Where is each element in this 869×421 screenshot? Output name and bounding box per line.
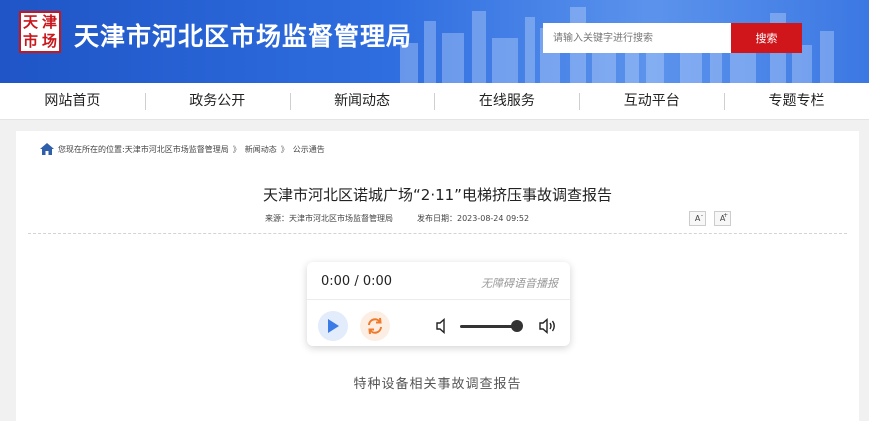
- font-decrease-button[interactable]: A-: [689, 211, 707, 226]
- home-icon[interactable]: [40, 143, 54, 155]
- breadcrumb-separator: 》: [280, 144, 289, 154]
- breadcrumb-item[interactable]: 新闻动态: [245, 144, 277, 155]
- play-icon: [328, 319, 339, 333]
- nav-item-government-affairs[interactable]: 政务公开: [144, 83, 290, 119]
- article-source: 来源：天津市河北区市场监督管理局: [265, 214, 393, 223]
- accessibility-audio-label: 无障碍语音播报: [481, 277, 558, 290]
- breadcrumb-item[interactable]: 天津市河北区市场监督管理局: [125, 144, 229, 155]
- logo-char: 场: [41, 32, 57, 50]
- breadcrumb-prefix: 您现在所在的位置:: [58, 144, 125, 154]
- article-title: 天津市河北区诺城广场“2·11”电梯挤压事故调查报告: [263, 186, 612, 204]
- search-button[interactable]: 搜索: [731, 23, 802, 53]
- site-header: 天 津 市 场 天津市河北区市场监督管理局 搜索: [0, 0, 869, 83]
- volume-slider[interactable]: [460, 325, 517, 328]
- font-decrease-label: A: [694, 214, 701, 223]
- font-increase-button[interactable]: A +: [714, 211, 732, 226]
- logo-char: 津: [41, 13, 57, 31]
- breadcrumb-item[interactable]: 公示通告: [293, 144, 325, 155]
- font-increase-sign: +: [723, 212, 729, 219]
- play-button[interactable]: [318, 311, 348, 341]
- player-header: 0:00 / 0:00 无障碍语音播报: [307, 262, 570, 300]
- loop-button[interactable]: [360, 311, 390, 341]
- article-card: 您现在所在的位置: 天津市河北区市场监督管理局 》 新闻动态 》 公示通告 天津…: [16, 131, 859, 421]
- font-decrease-sign: -: [700, 212, 704, 219]
- site-logo[interactable]: 天 津 市 场: [19, 11, 61, 53]
- divider: [28, 233, 847, 234]
- nav-item-online-services[interactable]: 在线服务: [434, 83, 579, 119]
- volume-down-icon[interactable]: [436, 318, 448, 334]
- nav-item-interaction[interactable]: 互动平台: [579, 83, 724, 119]
- breadcrumb-separator: 》: [232, 144, 241, 154]
- logo-char: 市: [22, 32, 38, 50]
- article-body-first-line: 特种设备相关事故调查报告: [353, 377, 522, 392]
- volume-up-icon[interactable]: [539, 317, 557, 335]
- search-box: 搜索: [543, 23, 802, 53]
- refresh-icon: [368, 317, 382, 335]
- nav-item-special-topics[interactable]: 专题专栏: [724, 83, 869, 119]
- volume-slider-handle[interactable]: [511, 320, 523, 332]
- article-date: 发布日期：2023-08-24 09:52: [417, 214, 530, 223]
- article-meta: 来源：天津市河北区市场监督管理局 发布日期：2023-08-24 09:52 A…: [265, 211, 732, 226]
- playback-time: 0:00 / 0:00: [321, 274, 393, 289]
- search-input[interactable]: [543, 23, 731, 53]
- logo-char: 天: [22, 13, 38, 31]
- site-title[interactable]: 天津市河北区市场监督管理局: [74, 17, 412, 53]
- audio-player: 0:00 / 0:00 无障碍语音播报: [307, 262, 570, 346]
- breadcrumb: 您现在所在的位置: 天津市河北区市场监督管理局 》 新闻动态 》 公示通告: [40, 143, 325, 155]
- nav-item-news[interactable]: 新闻动态: [289, 83, 435, 119]
- main-nav: 网站首页 政务公开 新闻动态 在线服务 互动平台 专题专栏: [0, 83, 869, 120]
- nav-item-home[interactable]: 网站首页: [0, 83, 145, 119]
